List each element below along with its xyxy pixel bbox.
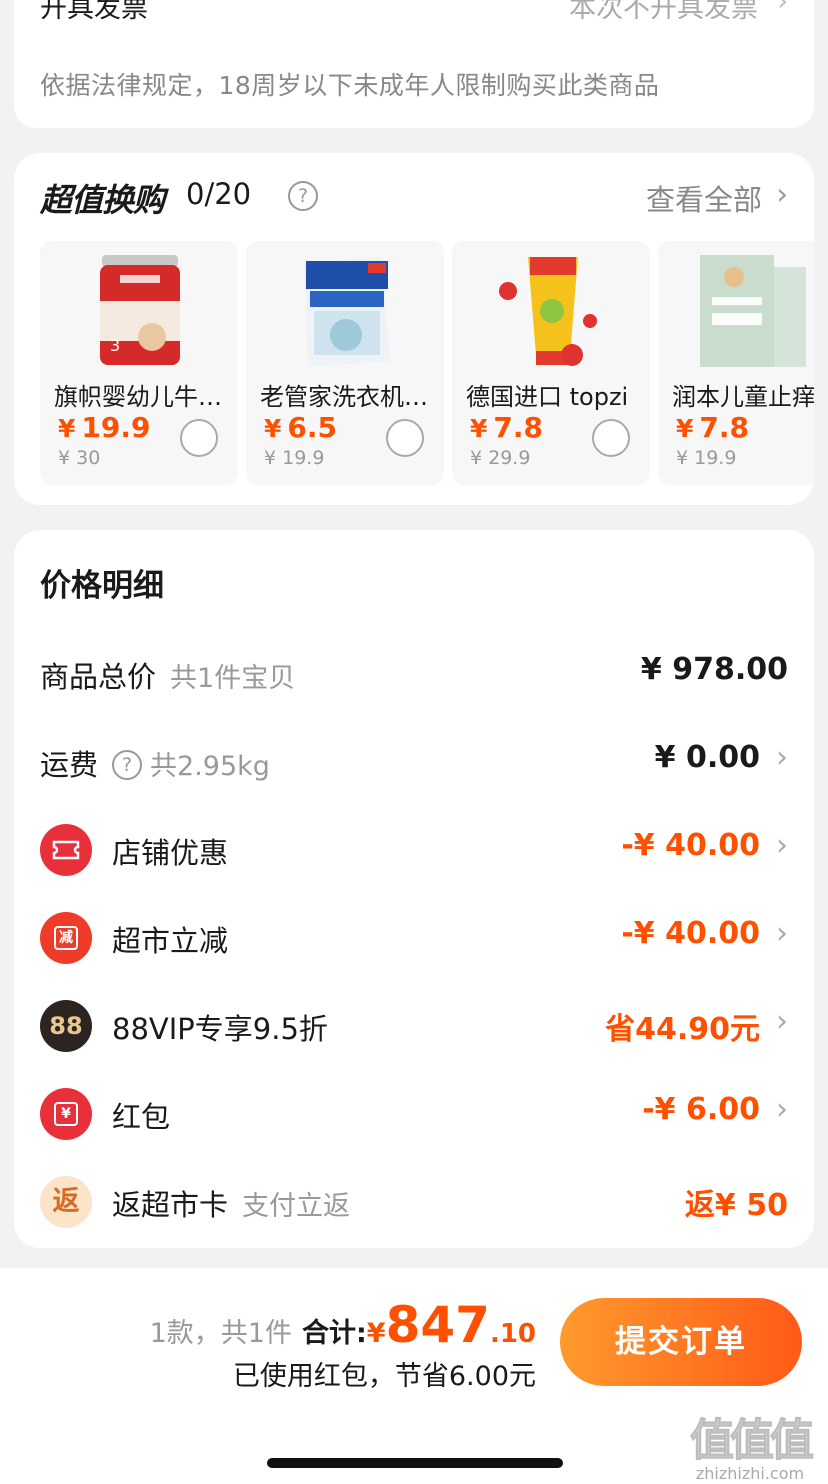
product-name: 德国进口 topzi: [466, 383, 629, 411]
total-integer: 847: [385, 1296, 490, 1354]
exchange-count: 0/20: [186, 177, 252, 211]
market-discount-amount: -¥ 40.00: [621, 916, 760, 951]
red-packet-label: 红包: [112, 1100, 171, 1134]
product-price: ¥7.8: [470, 411, 544, 444]
store-discount-amount: -¥ 40.00: [621, 828, 760, 863]
chevron-right-icon[interactable]: ›: [776, 177, 788, 211]
price-detail-title: 价格明细: [40, 568, 164, 604]
exchange-header: 超值换购 0/20 ? 查看全部 ›: [40, 175, 788, 219]
checkout-bar: 1款，共1件 合计:¥847.10 已使用红包，节省6.00元 提交订单 值值值 …: [0, 1268, 828, 1484]
submit-order-button[interactable]: 提交订单: [560, 1298, 802, 1386]
product-price: ¥7.8: [676, 411, 750, 444]
product-card[interactable]: 老管家洗衣机槽清洁 ¥6.5 ¥ 19.9: [246, 241, 444, 485]
total-decimal: .10: [489, 1319, 536, 1349]
product-price: ¥19.9: [58, 411, 151, 444]
itch-relief-stick-image: [700, 255, 806, 367]
red-packet-icon: ¥: [40, 1088, 92, 1140]
watermark-logo: 值值值: [690, 1415, 815, 1467]
cashback-icon: 返: [40, 1176, 92, 1228]
reduction-badge-icon: 减: [40, 912, 92, 964]
cashback-label: 返超市卡 支付立返: [112, 1188, 351, 1222]
help-icon[interactable]: ?: [288, 181, 318, 211]
watermark-url: zhizhizhi.com: [695, 1464, 805, 1483]
goods-total-row: 商品总价 共1件宝贝 ¥ 978.00: [40, 642, 788, 702]
product-card[interactable]: 润本儿童止痒 ¥7.8 ¥ 19.9: [658, 241, 814, 485]
item-count: 1款，共1件: [149, 1318, 292, 1349]
product-original-price: ¥ 19.9: [264, 447, 325, 469]
age-restriction-note: 依据法律规定，18周岁以下未成年人限制购买此类商品: [40, 71, 660, 100]
shipping-label: 运费? 共2.95kg: [40, 748, 270, 782]
red-packet-amount: -¥ 6.00: [642, 1092, 760, 1127]
exchange-product-list: 3 旗帜婴幼儿牛奶粉 ¥19.9 ¥ 30 老管家洗衣机槽清洁 ¥6.5 ¥ 1…: [40, 241, 814, 485]
watermark: 值值值 zhizhizhi.com: [676, 1404, 824, 1484]
price-detail-card: 价格明细 商品总价 共1件宝贝 ¥ 978.00 运费? 共2.95kg ¥ 0.0…: [14, 530, 814, 1248]
product-name: 老管家洗衣机槽清洁: [260, 383, 440, 411]
cashback-amount: 返¥ 50: [684, 1188, 788, 1223]
chevron-right-icon: ›: [777, 0, 788, 17]
market-discount-row[interactable]: 减 超市立减 -¥ 40.00 ›: [40, 906, 788, 966]
shipping-row[interactable]: 运费? 共2.95kg ¥ 0.00 ›: [40, 730, 788, 790]
product-original-price: ¥ 30: [58, 447, 101, 469]
invoice-label: 开具发票: [40, 0, 148, 24]
exchange-title: 超值换购: [40, 181, 165, 219]
chevron-right-icon[interactable]: ›: [776, 916, 788, 951]
value-exchange-card: 超值换购 0/20 ? 查看全部 › 3 旗帜婴幼儿牛奶粉 ¥19.9 ¥ 30: [14, 153, 814, 505]
goods-total-amount: ¥ 978.00: [640, 652, 788, 687]
total-currency: ¥: [366, 1318, 386, 1349]
product-original-price: ¥ 19.9: [676, 447, 737, 469]
vip-discount-row[interactable]: 88 88VIP专享9.5折 省44.90元 ›: [40, 994, 788, 1054]
goods-total-label: 商品总价 共1件宝贝: [40, 660, 296, 694]
cashback-row: 返 返超市卡 支付立返 返¥ 50: [40, 1170, 788, 1230]
goods-count: 共1件宝贝: [170, 663, 296, 694]
home-indicator[interactable]: [267, 1458, 563, 1468]
store-discount-row[interactable]: 店铺优惠 -¥ 40.00 ›: [40, 818, 788, 878]
select-checkbox[interactable]: [386, 419, 424, 457]
store-discount-label: 店铺优惠: [112, 836, 229, 870]
vip-88-icon: 88: [40, 1000, 92, 1052]
select-checkbox[interactable]: [592, 419, 630, 457]
toothpaste-tube-image: [499, 257, 597, 366]
product-original-price: ¥ 29.9: [470, 447, 531, 469]
cashback-sub: 支付立返: [242, 1191, 351, 1222]
milk-powder-can-image: 3: [100, 255, 180, 365]
vip-discount-amount: 省44.90元: [605, 1012, 760, 1047]
invoice-card: 开具发票 本次不开具发票 › 依据法律规定，18周岁以下未成年人限制购买此类商品: [14, 0, 814, 128]
product-name: 润本儿童止痒: [672, 383, 814, 411]
saved-note: 已使用红包，节省6.00元: [232, 1361, 536, 1392]
product-price: ¥6.5: [264, 411, 338, 444]
svg-text:3: 3: [110, 336, 120, 355]
order-total: 1款，共1件 合计:¥847.10: [150, 1296, 536, 1354]
chevron-right-icon[interactable]: ›: [776, 1004, 788, 1039]
red-packet-row[interactable]: ¥ 红包 -¥ 6.00 ›: [40, 1082, 788, 1142]
total-label: 合计:: [301, 1318, 367, 1349]
product-card[interactable]: 3 旗帜婴幼儿牛奶粉 ¥19.9 ¥ 30: [40, 241, 238, 485]
washer-cleaner-box-image: [304, 257, 390, 367]
view-all-link[interactable]: 查看全部: [646, 177, 762, 219]
shipping-weight: 共2.95kg: [150, 751, 270, 782]
product-name: 旗帜婴幼儿牛奶粉: [54, 383, 234, 411]
product-card[interactable]: 德国进口 topzi ¥7.8 ¥ 29.9: [452, 241, 650, 485]
invoice-row[interactable]: 开具发票 本次不开具发票 ›: [40, 0, 788, 26]
chevron-right-icon[interactable]: ›: [776, 740, 788, 775]
chevron-right-icon[interactable]: ›: [776, 828, 788, 863]
shipping-amount: ¥ 0.00: [654, 740, 760, 775]
invoice-value: 本次不开具发票: [569, 0, 758, 24]
market-discount-label: 超市立减: [112, 924, 229, 958]
coupon-ticket-icon: [40, 824, 92, 876]
select-checkbox[interactable]: [180, 419, 218, 457]
help-icon[interactable]: ?: [112, 750, 143, 780]
vip-discount-label: 88VIP专享9.5折: [112, 1012, 328, 1046]
chevron-right-icon[interactable]: ›: [776, 1092, 788, 1127]
